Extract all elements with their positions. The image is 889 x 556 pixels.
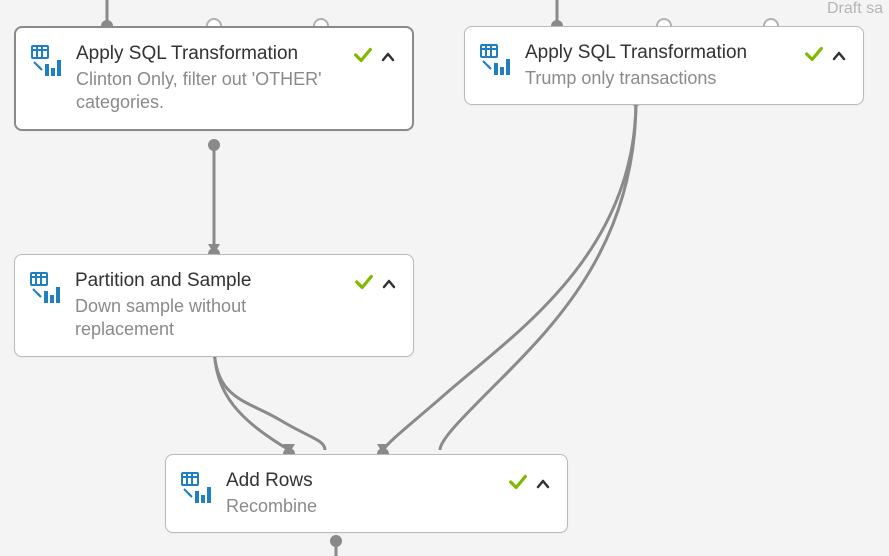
status-success-icon: [803, 43, 825, 69]
node-sql-transformation-trump[interactable]: Apply SQL Transformation Trump only tran…: [464, 26, 864, 105]
collapse-toggle-icon[interactable]: [381, 276, 397, 292]
collapse-toggle-icon[interactable]: [831, 48, 847, 64]
node-title: Apply SQL Transformation: [525, 41, 793, 65]
node-add-rows[interactable]: Add Rows Recombine: [165, 454, 568, 533]
pipeline-canvas[interactable]: Apply SQL Transformation Clinton Only, f…: [0, 0, 889, 556]
draft-status-label: Draft sa: [827, 0, 883, 18]
node-sql-transformation-clinton[interactable]: Apply SQL Transformation Clinton Only, f…: [14, 26, 414, 131]
node-description: Clinton Only, filter out 'OTHER' categor…: [76, 68, 342, 115]
collapse-toggle-icon[interactable]: [380, 49, 396, 65]
module-icon: [479, 43, 513, 82]
node-description: Trump only transactions: [525, 67, 793, 90]
node-description: Down sample without replacement: [75, 295, 343, 342]
module-icon: [180, 471, 214, 510]
collapse-toggle-icon[interactable]: [535, 476, 551, 492]
module-icon: [29, 271, 63, 310]
node-title: Add Rows: [226, 469, 497, 493]
module-icon: [30, 44, 64, 83]
node-title: Partition and Sample: [75, 269, 343, 293]
status-success-icon: [507, 471, 529, 497]
node-description: Recombine: [226, 495, 497, 518]
node-partition-and-sample[interactable]: Partition and Sample Down sample without…: [14, 254, 414, 357]
node-title: Apply SQL Transformation: [76, 42, 342, 66]
status-success-icon: [353, 271, 375, 297]
status-success-icon: [352, 44, 374, 70]
